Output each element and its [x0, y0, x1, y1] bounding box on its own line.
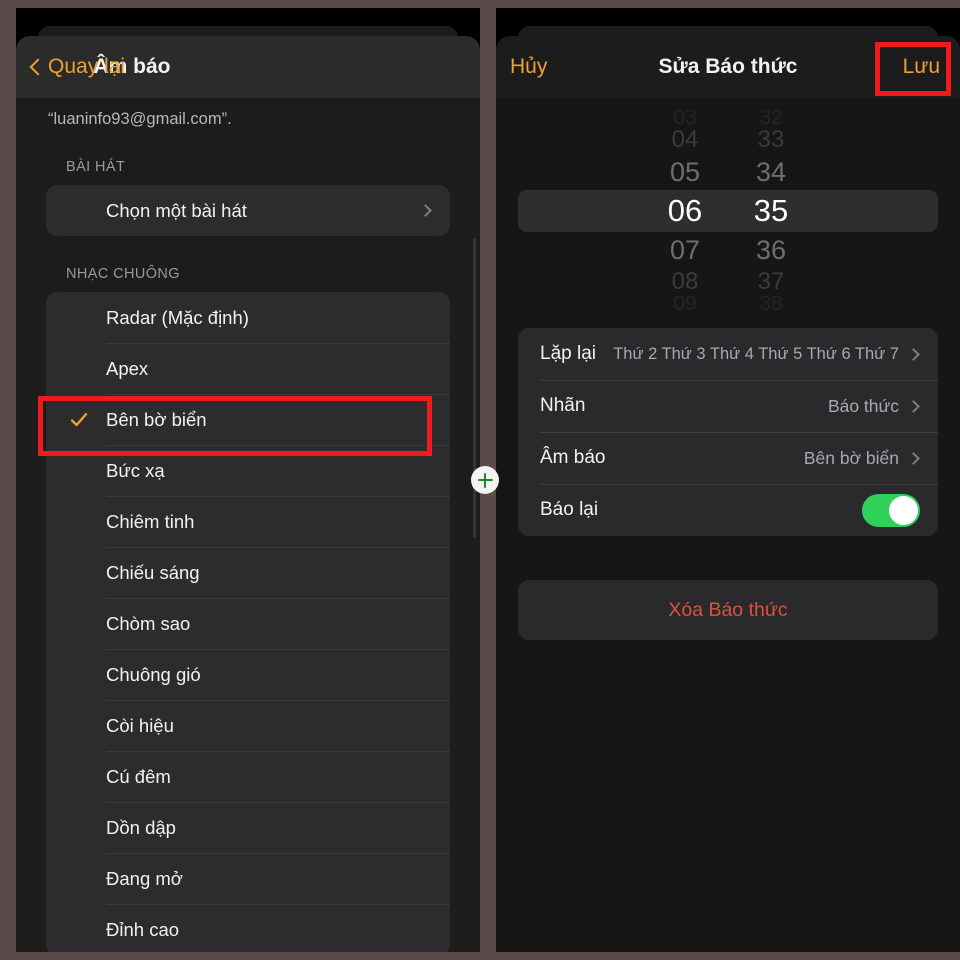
- ringtone-row-chuong-gio[interactable]: Chuông gió: [46, 649, 450, 700]
- chevron-right-icon: [907, 347, 920, 361]
- delete-alarm-button[interactable]: Xóa Báo thức: [518, 580, 938, 640]
- chevron-right-icon: [907, 399, 920, 413]
- check-icon: [70, 411, 88, 429]
- snooze-row[interactable]: Báo lại: [518, 484, 938, 536]
- ringtone-row-cu-dem[interactable]: Cú đêm: [46, 751, 450, 802]
- song-section-card: Chọn một bài hát: [46, 185, 450, 236]
- hour-cell-selected[interactable]: 06: [642, 190, 728, 232]
- right-content: 03 04 05 06 07 08 09 32 33 34 35 36 37 3…: [496, 98, 960, 952]
- snooze-label: Báo lại: [540, 499, 599, 520]
- right-navbar: Hủy Sửa Báo thức Lưu: [496, 36, 960, 98]
- repeat-value: Thứ 2 Thứ 3 Thứ 4 Thứ 5 Thứ 6 Thứ 7: [613, 344, 899, 363]
- ringtone-label: Chiếu sáng: [106, 561, 200, 583]
- account-footnote: “luaninfo93@gmail.com”.: [48, 110, 232, 128]
- back-button-label: Quay lại: [48, 55, 126, 78]
- hour-cell[interactable]: 03: [642, 110, 728, 126]
- right-page-title: Sửa Báo thức: [658, 55, 798, 78]
- repeat-label: Lặp lại: [540, 343, 596, 364]
- left-navbar: Quay lại Âm báo: [16, 36, 480, 98]
- ringtone-label: Cú đêm: [106, 765, 171, 787]
- sound-value: Bên bờ biển: [803, 447, 899, 468]
- label-row[interactable]: Nhãn Báo thức: [518, 380, 938, 432]
- ringtone-section-header: NHẠC CHUÔNG: [66, 266, 180, 282]
- ringtone-label: Đang mở: [106, 867, 183, 889]
- sound-picker-sheet: Quay lại Âm báo “luaninfo93@gmail.com”. …: [16, 36, 480, 952]
- chevron-left-icon: [30, 58, 41, 77]
- hour-cell[interactable]: 04: [642, 126, 728, 154]
- ringtone-label: Bên bờ biển: [106, 408, 207, 430]
- time-picker[interactable]: 03 04 05 06 07 08 09 32 33 34 35 36 37 3…: [518, 102, 938, 320]
- cancel-button[interactable]: Hủy: [510, 55, 547, 79]
- left-scroll-content[interactable]: “luaninfo93@gmail.com”. BÀI HÁT Chọn một…: [16, 98, 480, 952]
- pick-a-song-row[interactable]: Chọn một bài hát: [46, 185, 450, 236]
- minute-cell[interactable]: 33: [728, 126, 814, 154]
- right-phone-panel: Hủy Sửa Báo thức Lưu 03 04 05 06 07 08 0…: [496, 8, 960, 952]
- ringtone-label: Chuông gió: [106, 663, 201, 685]
- delete-alarm-label: Xóa Báo thức: [668, 598, 788, 621]
- ringtone-label: Apex: [106, 357, 149, 379]
- edit-alarm-sheet: Hủy Sửa Báo thức Lưu 03 04 05 06 07 08 0…: [496, 36, 960, 952]
- ringtone-list-card: Radar (Mặc định) Apex Bên bờ biển Bức xạ: [46, 292, 450, 952]
- minute-cell[interactable]: 34: [728, 154, 814, 190]
- ringtone-row-ben-bo-bien[interactable]: Bên bờ biển: [46, 394, 450, 445]
- ringtone-row-chom-sao[interactable]: Chòm sao: [46, 598, 450, 649]
- minute-cell-selected[interactable]: 35: [728, 190, 814, 232]
- hour-cell[interactable]: 08: [642, 268, 728, 296]
- chevron-right-icon: [907, 451, 920, 465]
- cancel-button-label: Hủy: [510, 55, 548, 78]
- minute-cell[interactable]: 38: [728, 296, 814, 312]
- ringtone-label: Còi hiệu: [106, 714, 174, 736]
- save-button[interactable]: Lưu: [903, 55, 940, 79]
- ringtone-row-coi-hieu[interactable]: Còi hiệu: [46, 700, 450, 751]
- hour-cell[interactable]: 05: [642, 154, 728, 190]
- snooze-toggle[interactable]: [862, 493, 920, 527]
- ringtone-label: Đỉnh cao: [106, 918, 180, 940]
- ringtone-row-chiem-tinh[interactable]: Chiêm tinh: [46, 496, 450, 547]
- ringtone-row-buc-xa[interactable]: Bức xạ: [46, 445, 450, 496]
- ringtone-row-don-dap[interactable]: Dồn dập: [46, 802, 450, 853]
- sound-row[interactable]: Âm báo Bên bờ biển: [518, 432, 938, 484]
- hour-wheel[interactable]: 03 04 05 06 07 08 09: [642, 110, 728, 312]
- back-button[interactable]: Quay lại: [30, 55, 125, 79]
- pick-a-song-label: Chọn một bài hát: [106, 199, 247, 221]
- hour-cell[interactable]: 07: [642, 232, 728, 268]
- ringtone-label: Chiêm tinh: [106, 510, 195, 532]
- ringtone-row-dinh-cao[interactable]: Đỉnh cao: [46, 904, 450, 952]
- ringtone-row-dang-mo[interactable]: Đang mở: [46, 853, 450, 904]
- ringtone-label: Bức xạ: [106, 459, 165, 481]
- ringtone-row-radar[interactable]: Radar (Mặc định): [46, 292, 450, 343]
- ringtone-label: Dồn dập: [106, 816, 176, 838]
- ringtone-row-apex[interactable]: Apex: [46, 343, 450, 394]
- hour-cell[interactable]: 09: [642, 296, 728, 312]
- screenshot-stage: Quay lại Âm báo “luaninfo93@gmail.com”. …: [0, 0, 960, 960]
- minute-cell[interactable]: 37: [728, 268, 814, 296]
- minute-cell[interactable]: 36: [728, 232, 814, 268]
- sound-label: Âm báo: [540, 447, 606, 468]
- ringtone-row-chieu-sang[interactable]: Chiếu sáng: [46, 547, 450, 598]
- minute-cell[interactable]: 32: [728, 110, 814, 126]
- chevron-right-icon: [419, 204, 432, 217]
- label-label: Nhãn: [540, 395, 586, 416]
- alarm-settings-card: Lặp lại Thứ 2 Thứ 3 Thứ 4 Thứ 5 Thứ 6 Th…: [518, 328, 938, 536]
- plus-icon[interactable]: [471, 466, 499, 494]
- left-phone-panel: Quay lại Âm báo “luaninfo93@gmail.com”. …: [16, 8, 480, 952]
- minute-wheel[interactable]: 32 33 34 35 36 37 38: [728, 110, 814, 312]
- label-value: Báo thức: [827, 395, 899, 416]
- ringtone-label: Chòm sao: [106, 612, 191, 634]
- repeat-row[interactable]: Lặp lại Thứ 2 Thứ 3 Thứ 4 Thứ 5 Thứ 6 Th…: [518, 328, 938, 380]
- left-scrollbar[interactable]: [473, 238, 476, 538]
- ringtone-label: Radar (Mặc định): [106, 306, 249, 328]
- song-section-header: BÀI HÁT: [66, 159, 126, 175]
